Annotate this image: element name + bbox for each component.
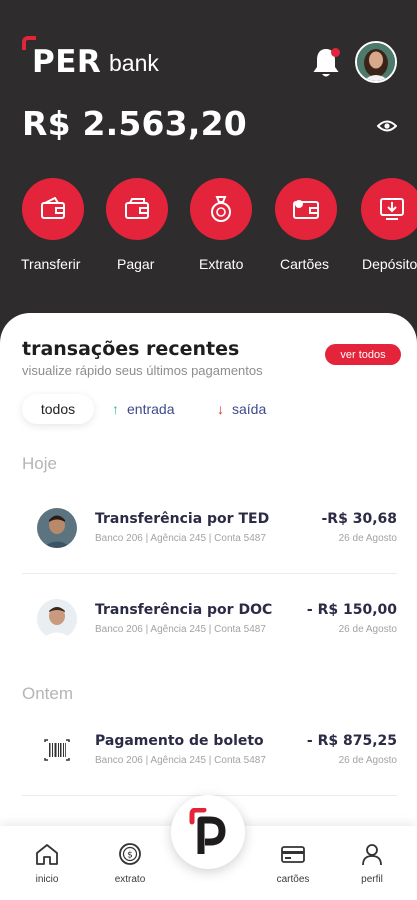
transaction-amount: - R$ 150,00 — [306, 602, 397, 618]
transaction-title: Pagamento de boleto — [95, 733, 264, 749]
section-title: transações recentes — [22, 338, 240, 360]
section-subtitle: visualize rápido seus últimos pagamentos — [22, 363, 263, 378]
logo-text-light: bank — [109, 50, 159, 76]
nav-label: cartões — [276, 874, 310, 885]
home-icon — [34, 842, 60, 866]
transaction-meta: Banco 206 | Agência 245 | Conta 5487 — [95, 533, 266, 544]
day-header: Hoje — [22, 454, 57, 473]
nav-label: inicio — [35, 874, 59, 885]
nav-label: extrato — [114, 874, 146, 885]
action-label: Cartões — [280, 256, 330, 272]
transaction-date: 26 de Agosto — [338, 533, 397, 544]
nav-profile[interactable]: perfil — [342, 842, 402, 885]
transaction-filters: todos ↑ entrada ↓ saída — [22, 394, 402, 424]
transaction-amount: -R$ 30,68 — [321, 511, 398, 527]
transaction-date: 26 de Agosto — [338, 755, 397, 766]
action-cards[interactable]: Cartões — [275, 178, 341, 272]
filter-out[interactable]: ↓ saída — [217, 394, 266, 424]
see-all-button[interactable]: ver todos — [325, 344, 401, 365]
brand-logo: PER bank — [22, 36, 182, 80]
user-icon — [359, 842, 385, 866]
filter-in-label: entrada — [127, 401, 175, 417]
action-transfer[interactable]: Transferir — [21, 178, 88, 272]
wallet-pay-icon — [106, 178, 168, 240]
contact-avatar — [37, 599, 77, 639]
coin-icon: $ — [117, 842, 143, 866]
action-label: Extrato — [199, 256, 244, 272]
transaction-title: Transferência por DOC — [95, 602, 273, 618]
wallet-transfer-icon — [22, 178, 84, 240]
transaction-meta: Banco 206 | Agência 245 | Conta 5487 — [95, 624, 266, 635]
transaction-title: Transferência por TED — [95, 511, 270, 527]
action-label: Pagar — [117, 256, 155, 272]
filter-in[interactable]: ↑ entrada — [112, 394, 174, 424]
divider — [22, 573, 397, 574]
svg-text:$: $ — [127, 851, 133, 861]
transaction-amount: - R$ 875,25 — [306, 733, 397, 749]
credit-card-icon — [280, 842, 306, 866]
eye-icon[interactable] — [376, 119, 398, 133]
filter-all[interactable]: todos — [22, 394, 94, 424]
balance-amount: R$ 2.563,20 — [22, 104, 247, 143]
transaction-meta: Banco 206 | Agência 245 | Conta 5487 — [95, 755, 266, 766]
deposit-icon — [361, 178, 417, 240]
action-pay[interactable]: Pagar — [106, 178, 172, 272]
action-statement[interactable]: Extrato — [190, 178, 256, 272]
arrow-up-icon: ↑ — [112, 401, 119, 417]
card-wallet-icon — [275, 178, 337, 240]
action-deposit[interactable]: Depósito — [361, 178, 417, 272]
action-label: Depósito — [362, 256, 417, 272]
transaction-row[interactable]: Transferência por DOC Banco 206 | Agênci… — [22, 589, 397, 649]
day-header: Ontem — [22, 684, 74, 703]
nav-cards[interactable]: cartões — [263, 842, 323, 885]
nav-statement[interactable]: $ extrato — [100, 842, 160, 885]
filter-out-label: saída — [232, 401, 267, 417]
transaction-row[interactable]: Transferência por TED Banco 206 | Agênci… — [22, 498, 397, 558]
nav-home[interactable]: inicio — [17, 842, 77, 885]
transaction-date: 26 de Agosto — [338, 624, 397, 635]
logo-text-bold: PER — [32, 44, 102, 80]
transaction-row[interactable]: Pagamento de boleto Banco 206 | Agência … — [22, 720, 397, 780]
action-label: Transferir — [21, 256, 81, 272]
brand-mark-icon — [189, 808, 226, 854]
contact-avatar — [37, 508, 77, 548]
barcode-icon — [37, 730, 77, 770]
notification-dot — [331, 48, 340, 57]
nav-label: perfil — [361, 874, 383, 885]
quick-actions: Transferir Pagar Extrato Cartões Depósit… — [0, 178, 417, 288]
brand-home-button[interactable] — [171, 795, 245, 869]
avatar[interactable] — [355, 41, 397, 83]
money-bag-icon — [190, 178, 252, 240]
arrow-down-icon: ↓ — [217, 401, 224, 417]
